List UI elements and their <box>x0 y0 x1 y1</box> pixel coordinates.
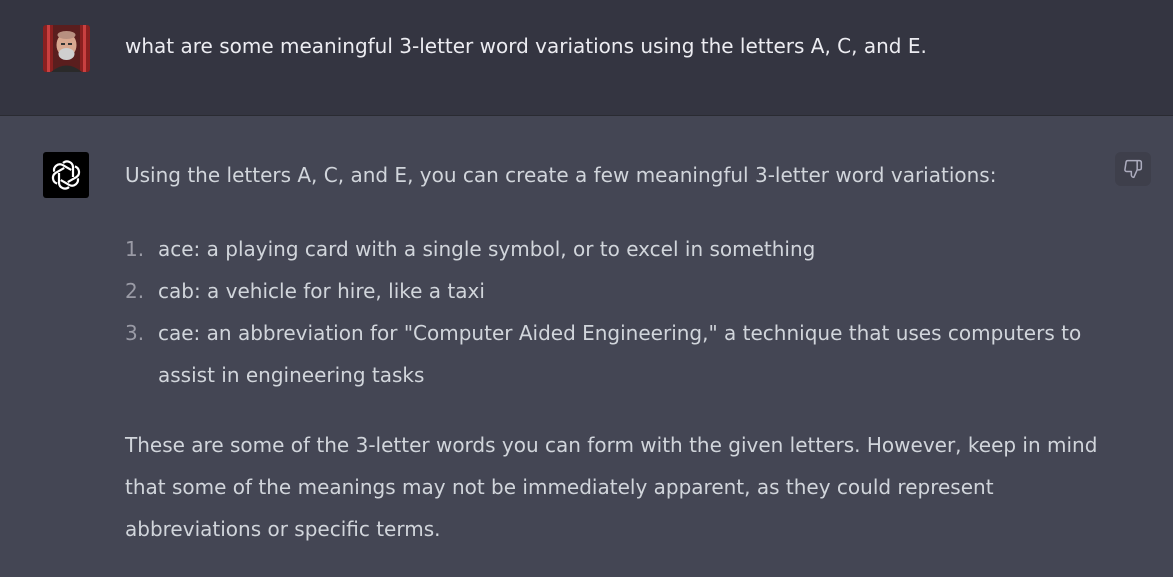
list-item-number: 1. <box>125 237 145 261</box>
openai-logo-icon <box>51 160 81 190</box>
word-list: 1. ace: a playing card with a single sym… <box>125 228 1110 396</box>
user-avatar <box>43 25 90 72</box>
list-item: 3. cae: an abbreviation for "Computer Ai… <box>125 312 1110 396</box>
list-item: 2. cab: a vehicle for hire, like a taxi <box>125 270 1110 312</box>
user-message-text: what are some meaningful 3-letter word v… <box>125 34 927 58</box>
assistant-outro-text: These are some of the 3-letter words you… <box>125 433 1098 541</box>
thumbs-down-icon <box>1124 159 1143 179</box>
list-item-text: cae: an abbreviation for "Computer Aided… <box>158 321 1082 387</box>
assistant-intro-text: Using the letters A, C, and E, you can c… <box>125 163 997 187</box>
assistant-message-row: Using the letters A, C, and E, you can c… <box>0 116 1173 577</box>
thumbs-down-button[interactable] <box>1115 152 1151 186</box>
list-item-text: cab: a vehicle for hire, like a taxi <box>158 279 485 303</box>
list-item-text: ace: a playing card with a single symbol… <box>158 237 816 261</box>
list-item-number: 2. <box>125 279 145 303</box>
list-item: 1. ace: a playing card with a single sym… <box>125 228 1110 270</box>
assistant-avatar <box>43 152 89 198</box>
user-photo-avatar-icon <box>43 25 90 72</box>
list-item-number: 3. <box>125 321 145 345</box>
user-message-row: what are some meaningful 3-letter word v… <box>0 0 1173 116</box>
